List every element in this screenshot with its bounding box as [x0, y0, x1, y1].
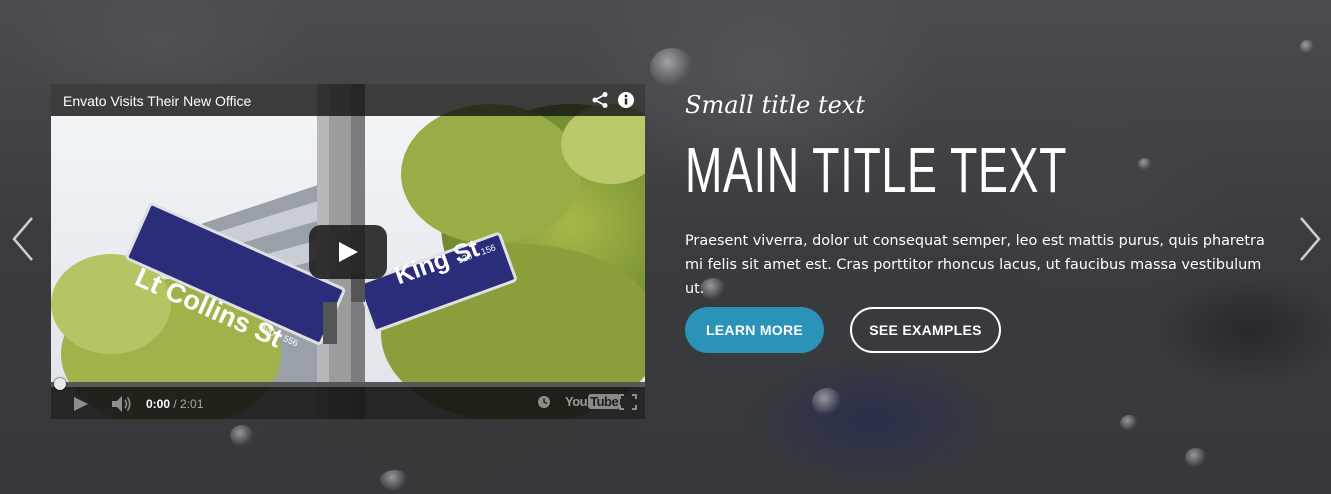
video-title[interactable]: Envato Visits Their New Office [63, 93, 251, 109]
video-progress-bar[interactable] [51, 378, 645, 390]
youtube-logo[interactable]: You Tube [565, 394, 621, 409]
clock-icon[interactable] [537, 395, 551, 409]
water-drop [1185, 448, 1207, 468]
water-drop [1300, 40, 1314, 54]
video-controls: 0:00 / 2:01 You Tube [51, 378, 645, 419]
small-title: Small title text [685, 91, 865, 119]
hero-slider: Lt Collins St 490 – 556 King St 120 – 15… [0, 0, 1331, 494]
big-play-button[interactable] [309, 225, 387, 279]
water-drop [812, 388, 842, 416]
info-icon[interactable] [617, 91, 635, 109]
see-examples-button[interactable]: SEE EXAMPLES [850, 307, 1001, 353]
water-drop [230, 425, 254, 447]
water-drop [650, 48, 694, 88]
youtube-logo-you: You [565, 394, 588, 409]
play-icon [339, 242, 358, 262]
progress-handle[interactable] [54, 378, 66, 390]
current-time: 0:00 [146, 397, 171, 411]
main-title: MAIN TITLE TEXT [685, 134, 1068, 206]
video-title-bar: Envato Visits Their New Office [51, 84, 645, 116]
slider-next-button[interactable] [1297, 215, 1323, 263]
water-drop [1138, 158, 1152, 170]
slider-prev-button[interactable] [10, 215, 36, 263]
volume-icon[interactable] [111, 395, 133, 413]
chevron-right-icon [1300, 217, 1321, 261]
duration: / 2:01 [173, 397, 204, 411]
learn-more-button[interactable]: LEARN MORE [685, 307, 824, 353]
video-player[interactable]: Lt Collins St 490 – 556 King St 120 – 15… [51, 84, 645, 419]
play-icon[interactable] [73, 396, 89, 412]
video-time: 0:00 / 2:01 [146, 397, 203, 411]
share-icon[interactable] [591, 91, 609, 109]
water-drop [380, 470, 410, 490]
youtube-logo-tube: Tube [588, 394, 621, 409]
fullscreen-icon[interactable] [619, 394, 637, 410]
chevron-left-icon [12, 217, 33, 261]
water-drop [1120, 415, 1138, 431]
slide-description: Praesent viverra, dolor ut consequat sem… [685, 233, 1265, 297]
